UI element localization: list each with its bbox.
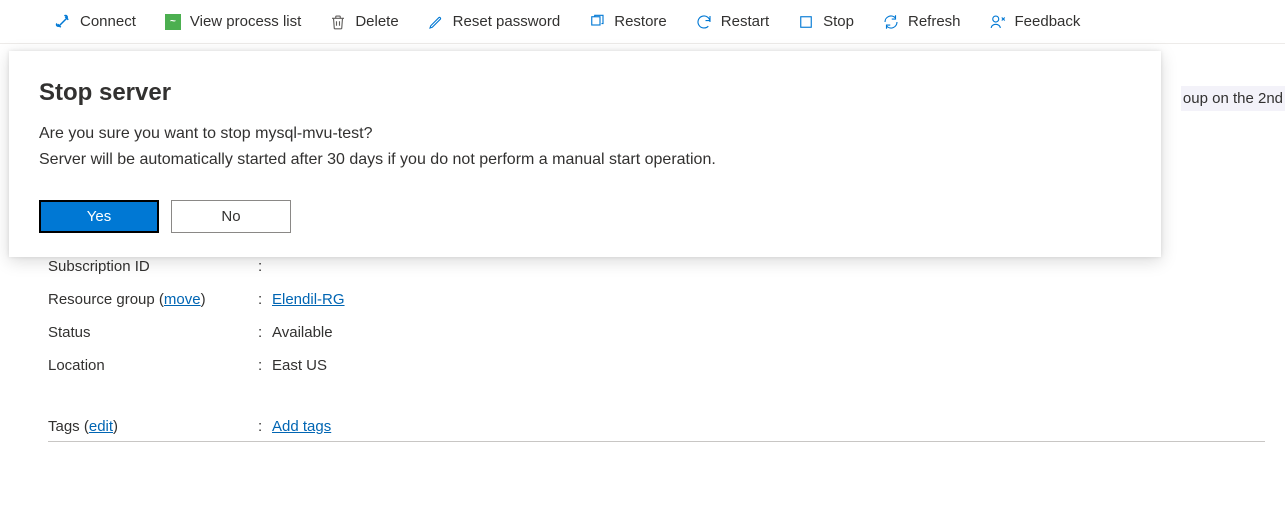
dialog-title: Stop server (39, 79, 1131, 107)
restart-button[interactable]: Restart (691, 7, 773, 37)
location-value: East US (272, 357, 327, 374)
feedback-button[interactable]: Feedback (985, 7, 1085, 37)
refresh-label: Refresh (908, 13, 961, 30)
restart-label: Restart (721, 13, 769, 30)
location-label: Location (48, 357, 258, 374)
connect-icon (54, 13, 72, 31)
status-label: Status (48, 324, 258, 341)
reset-password-label: Reset password (453, 13, 561, 30)
status-value: Available (272, 324, 333, 341)
resource-group-link[interactable]: Elendil-RG (272, 291, 345, 308)
resource-group-label: Resource group (move) (48, 291, 258, 308)
colon: : (258, 324, 272, 341)
no-button[interactable]: No (171, 200, 291, 233)
tags-label-text: Tags (48, 418, 80, 435)
feedback-label: Feedback (1015, 13, 1081, 30)
restore-label: Restore (614, 13, 667, 30)
resource-group-label-text: Resource group (48, 291, 155, 308)
resource-details: Subscription ID : Resource group (move) … (48, 250, 1265, 442)
stop-server-dialog: Stop server Are you sure you want to sto… (9, 51, 1161, 257)
restore-button[interactable]: Restore (584, 7, 671, 37)
top-toolbar: Connect ~ View process list Delete Reset… (0, 0, 1285, 44)
colon: : (258, 357, 272, 374)
stop-label: Stop (823, 13, 854, 30)
reset-password-button[interactable]: Reset password (423, 7, 565, 37)
tags-row: Tags (edit) : Add tags (48, 410, 1265, 442)
tags-label: Tags (edit) (48, 418, 258, 435)
restart-icon (695, 13, 713, 31)
status-row: Status : Available (48, 316, 1265, 349)
view-process-list-button[interactable]: ~ View process list (160, 7, 305, 37)
stop-button[interactable]: Stop (793, 7, 858, 37)
colon: : (258, 258, 272, 275)
process-list-icon: ~ (164, 13, 182, 31)
colon: : (258, 291, 272, 308)
tags-edit-link[interactable]: edit (89, 418, 113, 435)
resource-group-move-link[interactable]: move (164, 291, 201, 308)
dialog-body: Are you sure you want to stop mysql-mvu-… (39, 121, 1131, 172)
resource-group-row: Resource group (move) : Elendil-RG (48, 283, 1265, 316)
dialog-actions: Yes No (39, 200, 1131, 233)
delete-button[interactable]: Delete (325, 7, 402, 37)
banner-partial-text: oup on the 2nd (1181, 86, 1285, 111)
yes-button[interactable]: Yes (39, 200, 159, 233)
colon: : (258, 418, 272, 435)
add-tags-link[interactable]: Add tags (272, 418, 331, 435)
refresh-icon (882, 13, 900, 31)
location-row: Location : East US (48, 349, 1265, 382)
restore-icon (588, 13, 606, 31)
connect-label: Connect (80, 13, 136, 30)
delete-label: Delete (355, 13, 398, 30)
connect-button[interactable]: Connect (50, 7, 140, 37)
pencil-icon (427, 13, 445, 31)
trash-icon (329, 13, 347, 31)
feedback-icon (989, 13, 1007, 31)
view-process-label: View process list (190, 13, 301, 30)
subscription-id-label: Subscription ID (48, 258, 258, 275)
refresh-button[interactable]: Refresh (878, 7, 965, 37)
stop-icon (797, 13, 815, 31)
